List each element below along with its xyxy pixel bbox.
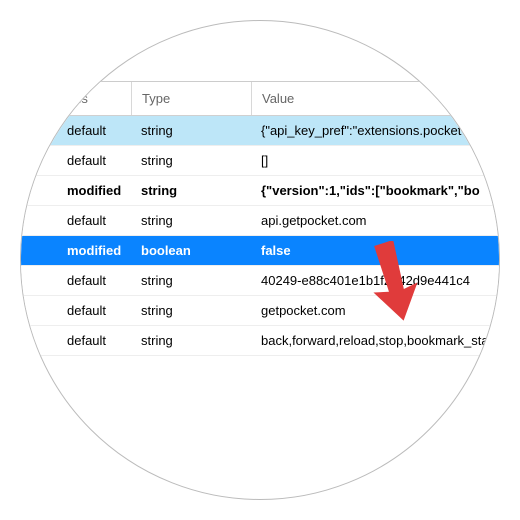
cell-type: string (131, 333, 251, 348)
cell-type: string (131, 273, 251, 288)
cell-value: {"version":1,"ids":["bookmark","bo (251, 183, 500, 198)
cell-status: default (20, 213, 131, 228)
table-row[interactable]: modifiedbooleanfalse (20, 236, 500, 266)
cell-type: string (131, 183, 251, 198)
cell-value: api.getpocket.com (251, 213, 500, 228)
header-type[interactable]: Type (131, 82, 251, 115)
cell-status: default (20, 303, 131, 318)
table-row[interactable]: defaultstring{"api_key_pref":"extensions… (20, 116, 500, 146)
cell-value: back,forward,reload,stop,bookmark_star (251, 333, 500, 348)
table-row[interactable]: defaultstringgetpocket.com (20, 296, 500, 326)
config-table: Status Type Value defaultstring{"api_key… (20, 81, 500, 356)
cell-type: string (131, 153, 251, 168)
table-row[interactable]: modifiedstring{"version":1,"ids":["bookm… (20, 176, 500, 206)
table-row[interactable]: defaultstringback,forward,reload,stop,bo… (20, 326, 500, 356)
table-row[interactable]: defaultstringapi.getpocket.com (20, 206, 500, 236)
table-header: Status Type Value (20, 82, 500, 116)
cell-value: {"api_key_pref":"extensions.pocket (251, 123, 500, 138)
header-value[interactable]: Value (251, 82, 500, 115)
cell-value: getpocket.com (251, 303, 500, 318)
cell-value: false (251, 243, 500, 258)
cell-status: default (20, 333, 131, 348)
cell-status: modified (20, 243, 131, 258)
cell-value: [] (251, 153, 500, 168)
table-row[interactable]: defaultstring40249-e88c401e1b1f2242d9e44… (20, 266, 500, 296)
header-status[interactable]: Status (20, 82, 131, 115)
cell-type: string (131, 303, 251, 318)
cell-value: 40249-e88c401e1b1f2242d9e441c4 (251, 273, 500, 288)
cell-type: string (131, 123, 251, 138)
cell-type: boolean (131, 243, 251, 258)
cell-type: string (131, 213, 251, 228)
table-row[interactable]: defaultstring[] (20, 146, 500, 176)
circle-viewport: Status Type Value defaultstring{"api_key… (20, 20, 500, 500)
cell-status: modified (20, 183, 131, 198)
cell-status: default (20, 123, 131, 138)
cell-status: default (20, 153, 131, 168)
cell-status: default (20, 273, 131, 288)
